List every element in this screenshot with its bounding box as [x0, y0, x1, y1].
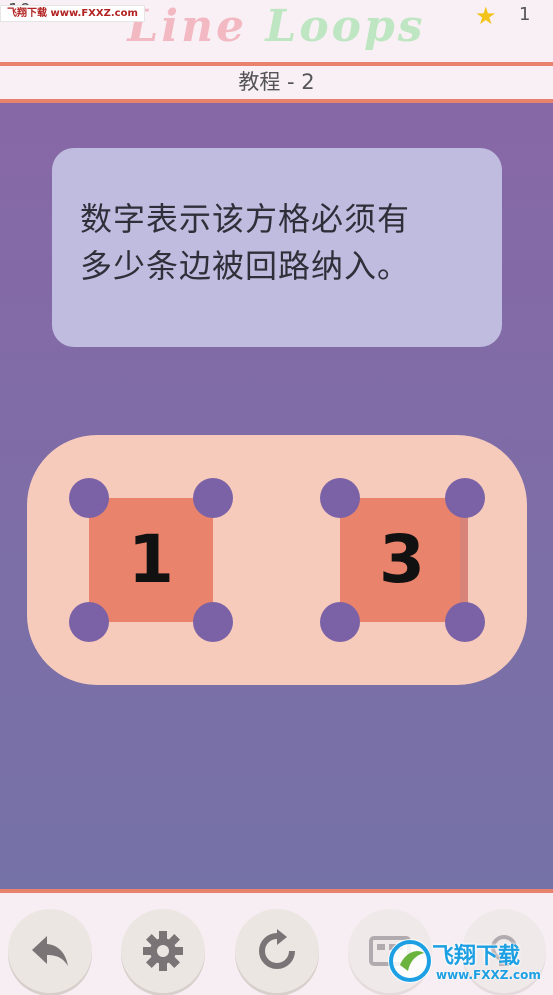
refresh-icon	[259, 929, 295, 969]
grid-dot[interactable]	[320, 478, 360, 518]
grid-dot[interactable]	[69, 602, 109, 642]
title-word-line: Line	[127, 1, 248, 52]
tip-line-1: 数字表示该方格必须有	[80, 200, 411, 238]
grid-dot[interactable]	[320, 602, 360, 642]
grid-dot[interactable]	[193, 478, 233, 518]
back-button[interactable]	[8, 909, 92, 993]
site-logo-url: www.FXXZ.com	[436, 968, 541, 982]
header-bar: 飞翔下载 www.FXXZ.com 10 Line Loops ★ 1	[0, 0, 553, 62]
cell-number: 1	[128, 521, 174, 598]
restart-button[interactable]	[235, 909, 319, 993]
cell-number: 3	[379, 521, 425, 598]
game-area: 数字表示该方格必须有 多少条边被回路纳入。 1 3	[0, 103, 553, 889]
demo-cell: 3	[340, 498, 464, 622]
stars-count: 1	[519, 4, 531, 25]
demo-board: 1 3	[27, 435, 527, 685]
grid-dot[interactable]	[445, 602, 485, 642]
gear-icon	[143, 931, 183, 971]
grid-dot[interactable]	[69, 478, 109, 518]
back-arrow-icon	[32, 936, 68, 966]
demo-cell: 1	[89, 498, 213, 622]
grid-dot[interactable]	[193, 602, 233, 642]
watermark-badge: 飞翔下载 www.FXXZ.com	[0, 5, 145, 22]
tutorial-tip-box: 数字表示该方格必须有 多少条边被回路纳入。	[52, 148, 502, 347]
tutorial-title: 教程 - 2	[0, 66, 553, 99]
title-word-loops: Loops	[265, 1, 426, 52]
tip-line-2: 多少条边被回路纳入。	[80, 247, 411, 285]
site-logo-text: 飞翔下载	[432, 944, 521, 969]
grid-dot[interactable]	[445, 478, 485, 518]
star-icon: ★	[475, 2, 497, 30]
settings-button[interactable]	[121, 909, 205, 993]
